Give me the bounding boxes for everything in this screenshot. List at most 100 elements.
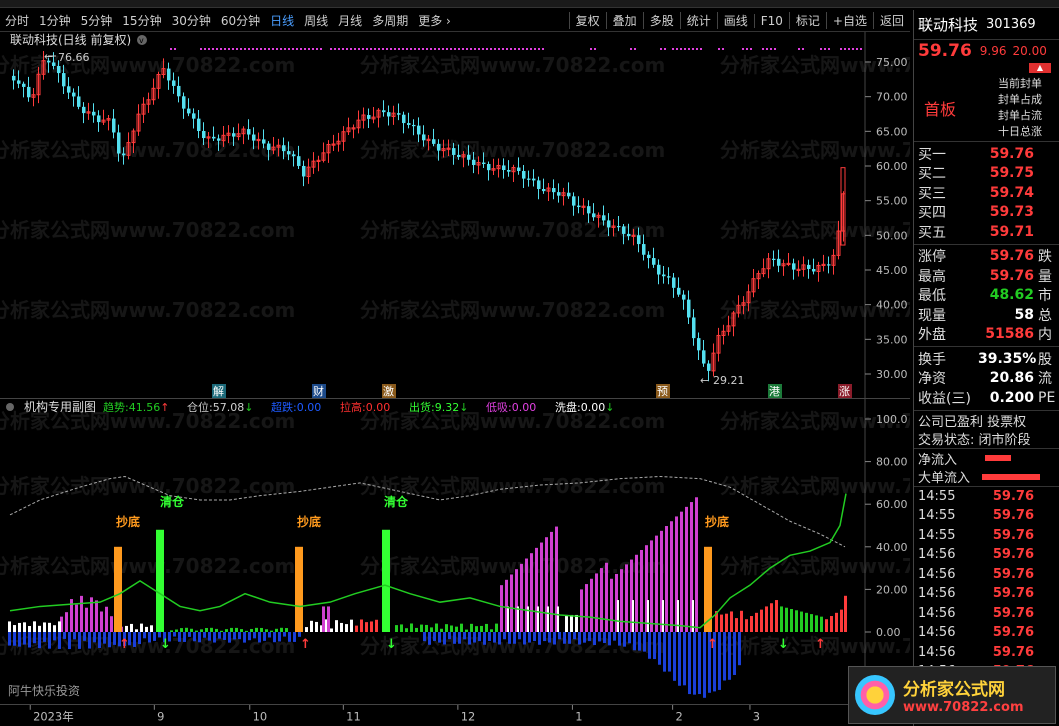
indicator-bar bbox=[640, 549, 643, 632]
candle-body bbox=[592, 213, 596, 218]
indicator-subchart[interactable]: 分析家公式网www.70822.com 分析家公式网www.70822.com 分析… bbox=[0, 398, 910, 704]
signal-dot bbox=[410, 48, 412, 50]
candle-body bbox=[212, 136, 216, 139]
stat-tail: 量 bbox=[1038, 268, 1052, 285]
tick-row: 14:56 59.76 bbox=[914, 545, 1059, 565]
add-watchlist-button[interactable]: +自选 bbox=[825, 12, 873, 29]
bid-label: 买三 bbox=[918, 185, 946, 202]
bid-price: 59.73 bbox=[989, 204, 1034, 221]
x-tick-label: 12 bbox=[461, 709, 476, 723]
legend-value: 41.56 bbox=[129, 401, 161, 414]
indicator-bar bbox=[540, 542, 543, 632]
indicator-bar bbox=[720, 614, 723, 632]
candle-body bbox=[662, 274, 666, 277]
tab-fenshi[interactable]: 分时 bbox=[0, 12, 34, 29]
legend-value: 0.00 bbox=[297, 401, 322, 414]
candle-body bbox=[437, 143, 441, 151]
indicator-bar bbox=[156, 529, 164, 632]
indicator-bar bbox=[438, 632, 441, 643]
tab-15min[interactable]: 15分钟 bbox=[117, 12, 166, 29]
signal-dot bbox=[430, 48, 432, 50]
indicator-bar bbox=[695, 497, 698, 632]
candlestick-chart[interactable]: 分析家公式网www.70822.com 分析家公式网www.70822.com 分析… bbox=[0, 32, 910, 402]
price-change-pct: 20.00 bbox=[1012, 44, 1047, 58]
price-change: 9.96 bbox=[979, 44, 1007, 58]
signal-dot bbox=[308, 48, 310, 50]
date-axis: 2023年 9 10 11 12 1 2 3 bbox=[0, 704, 910, 723]
signal-dot bbox=[498, 48, 500, 50]
restore-rights-button[interactable]: 复权 bbox=[568, 12, 606, 29]
candle-body bbox=[557, 192, 561, 196]
candle-body bbox=[532, 178, 536, 181]
signal-dot bbox=[450, 48, 452, 50]
indicator-bar bbox=[503, 632, 506, 640]
indicator-bar bbox=[465, 629, 468, 632]
mark-button[interactable]: 标记 bbox=[788, 12, 826, 29]
f10-button[interactable]: F10 bbox=[753, 13, 789, 28]
candle-body bbox=[517, 167, 521, 172]
indicator-bar bbox=[150, 625, 153, 632]
y-tick-label: 40.00 bbox=[876, 541, 908, 554]
multi-stock-button[interactable]: 多股 bbox=[642, 12, 680, 29]
indicator-bar bbox=[550, 531, 553, 632]
statistics-button[interactable]: 统计 bbox=[679, 12, 717, 29]
y-tick-label: 60.00 bbox=[876, 498, 908, 511]
tab-more[interactable]: 更多 › bbox=[413, 12, 456, 29]
candle-body bbox=[502, 165, 506, 171]
indicator-bar bbox=[225, 629, 228, 632]
tab-multi-period[interactable]: 多周期 bbox=[367, 12, 413, 29]
signal-dot bbox=[350, 48, 352, 50]
candle-body bbox=[297, 156, 301, 166]
signal-dot bbox=[418, 48, 420, 50]
watermark-text: 分析家公式网www.70822.com bbox=[360, 218, 665, 242]
indicator-bar bbox=[73, 632, 76, 640]
indicator-bar bbox=[633, 632, 636, 651]
signal-dot bbox=[382, 48, 384, 50]
tick-price: 59.76 bbox=[992, 605, 1034, 621]
candle-body bbox=[452, 148, 456, 155]
candle-body bbox=[537, 180, 541, 189]
indicator-bar bbox=[780, 606, 783, 632]
tab-monthly[interactable]: 月线 bbox=[333, 12, 367, 29]
signal-dot bbox=[502, 48, 504, 50]
indicator-bar bbox=[740, 610, 743, 632]
subchart-settings-icon[interactable] bbox=[6, 403, 14, 411]
signal-dot bbox=[684, 48, 686, 50]
bid-book: 买一 59.76 买二 59.75 买三 59.74 买四 59.73 买五 59.71 bbox=[914, 142, 1059, 245]
tab-30min[interactable]: 30分钟 bbox=[167, 12, 216, 29]
draw-line-button[interactable]: 画线 bbox=[716, 12, 754, 29]
event-marker-incentive-label: 激 bbox=[383, 384, 394, 398]
tab-60min[interactable]: 60分钟 bbox=[216, 12, 265, 29]
indicator-bar bbox=[153, 632, 156, 641]
tab-5min[interactable]: 5分钟 bbox=[76, 12, 118, 29]
signal-dot bbox=[268, 48, 270, 50]
overlay-button[interactable]: 叠加 bbox=[605, 12, 643, 29]
indicator-bar bbox=[218, 632, 221, 639]
signal-dot bbox=[770, 48, 772, 50]
stat-value: 48.62 bbox=[989, 287, 1034, 304]
tab-1min[interactable]: 1分钟 bbox=[34, 12, 76, 29]
tick-time: 14:56 bbox=[918, 625, 956, 641]
signal-dot bbox=[542, 48, 544, 50]
candle-body bbox=[472, 159, 476, 166]
tick-time: 14:56 bbox=[918, 586, 956, 602]
tab-daily[interactable]: 日线 bbox=[265, 12, 299, 29]
back-button[interactable]: 返回 bbox=[872, 12, 910, 29]
candle-body bbox=[567, 192, 571, 197]
stat-tail: 跌 bbox=[1038, 249, 1052, 266]
indicator-bar bbox=[658, 632, 661, 665]
indicator-bar bbox=[557, 606, 559, 632]
indicator-bar bbox=[280, 627, 283, 632]
signal-arrow: ↑ bbox=[707, 637, 718, 652]
stat-row: 现量 58 总 bbox=[914, 305, 1059, 325]
candle-body bbox=[202, 130, 206, 139]
watermark-layer: 分析家公式网www.70822.com 分析家公式网www.70822.com 分析… bbox=[0, 53, 910, 322]
indicator-bar bbox=[528, 632, 531, 643]
candle-body bbox=[407, 123, 411, 125]
candle-body bbox=[262, 139, 266, 144]
tab-weekly[interactable]: 周线 bbox=[299, 12, 333, 29]
collapse-icon[interactable]: ▲ bbox=[1029, 63, 1051, 73]
indicator-bar bbox=[88, 632, 91, 649]
indicator-bar bbox=[683, 632, 686, 686]
signal-dot bbox=[676, 48, 678, 50]
